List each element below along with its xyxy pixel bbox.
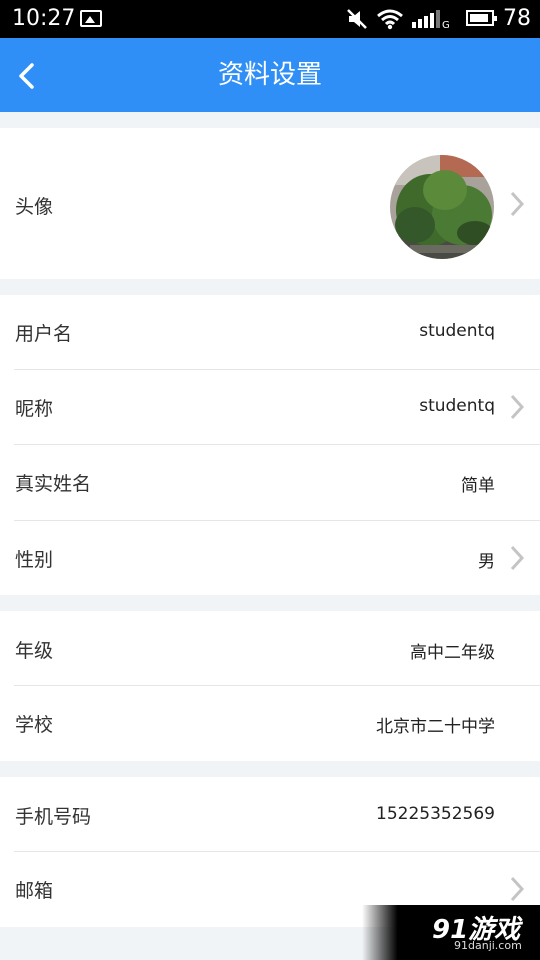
grade-label: 年级 — [15, 640, 54, 662]
mute-icon — [347, 9, 367, 29]
school-value: 北京市二十中学 — [376, 717, 495, 737]
nickname-row[interactable]: 昵称 studentq — [0, 370, 540, 444]
grade-value: 高中二年级 — [410, 643, 495, 663]
avatar[interactable] — [390, 155, 494, 259]
school-row[interactable]: 学校 北京市二十中学 — [0, 686, 540, 761]
signal-icon: G — [412, 10, 450, 30]
nickname-value: studentq — [419, 396, 495, 416]
image-notification-icon — [80, 10, 102, 27]
phone-row[interactable]: 手机号码 15225352569 — [0, 777, 540, 851]
gender-row[interactable]: 性别 男 — [0, 521, 540, 595]
avatar-section: 头像 — [0, 128, 540, 279]
real-name-label: 真实姓名 — [15, 473, 92, 495]
gender-value: 男 — [478, 552, 495, 572]
page-title: 资料设置 — [217, 60, 322, 90]
username-value: studentq — [419, 321, 495, 341]
svg-text:G: G — [442, 20, 450, 30]
chevron-right-icon — [510, 545, 525, 571]
watermark: 91游戏 91danji.com — [362, 905, 540, 960]
username-label: 用户名 — [15, 323, 73, 345]
chevron-right-icon — [510, 191, 525, 217]
avatar-label: 头像 — [15, 196, 54, 218]
phone-label: 手机号码 — [15, 806, 92, 828]
status-time: 10:27 — [12, 6, 76, 31]
basic-info-section: 用户名 studentq 昵称 studentq 真实姓名 简单 性别 男 — [0, 295, 540, 595]
battery-percent: 78 — [503, 6, 531, 31]
phone-value: 15225352569 — [376, 804, 495, 824]
school-label: 学校 — [15, 714, 54, 736]
chevron-right-icon — [510, 394, 525, 420]
app-header: 资料设置 — [0, 38, 540, 112]
username-row[interactable]: 用户名 studentq — [0, 295, 540, 369]
watermark-site: 91danji.com — [454, 939, 522, 952]
real-name-value: 简单 — [461, 476, 495, 496]
wifi-icon — [377, 9, 403, 30]
real-name-row[interactable]: 真实姓名 简单 — [0, 445, 540, 519]
email-label: 邮箱 — [15, 880, 54, 902]
school-info-section: 年级 高中二年级 学校 北京市二十中学 — [0, 611, 540, 761]
battery-icon — [466, 10, 497, 26]
grade-row[interactable]: 年级 高中二年级 — [0, 611, 540, 685]
chevron-right-icon — [510, 876, 525, 902]
gender-label: 性别 — [15, 549, 54, 571]
status-bar: 10:27 G 78 — [0, 0, 540, 38]
nickname-label: 昵称 — [15, 398, 54, 420]
avatar-row[interactable]: 头像 — [0, 128, 540, 279]
